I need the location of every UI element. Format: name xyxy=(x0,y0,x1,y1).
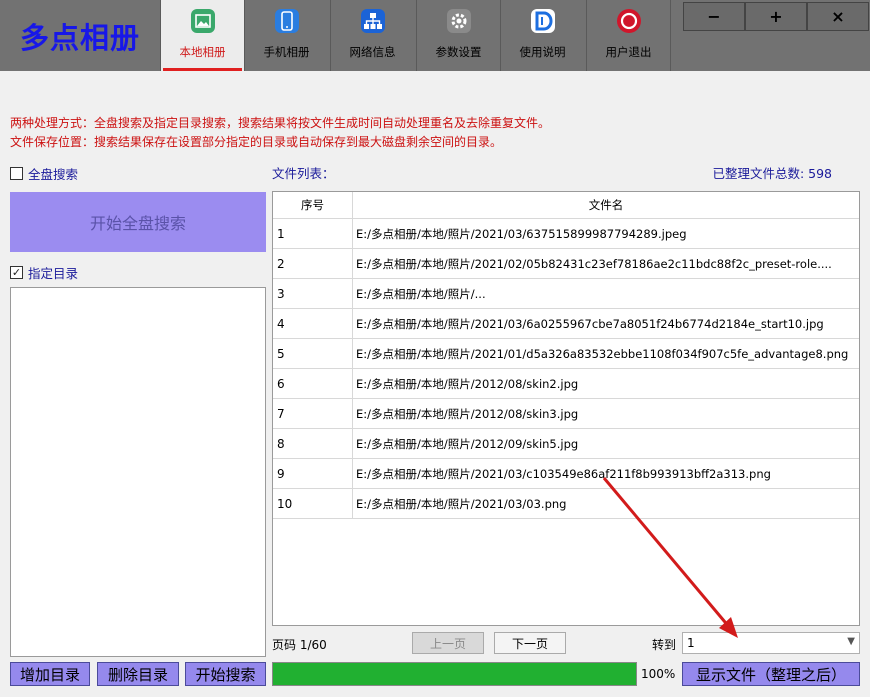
remove-dir-button[interactable]: 删除目录 xyxy=(97,662,179,686)
phone-icon xyxy=(273,7,301,35)
file-table[interactable]: 序号 文件名 1E:/多点相册/本地/照片/2021/03/6375158999… xyxy=(272,191,860,626)
maximize-button[interactable]: + xyxy=(745,2,807,31)
table-row[interactable]: 8E:/多点相册/本地/照片/2012/09/skin5.jpg xyxy=(273,429,859,459)
table-row[interactable]: 3E:/多点相册/本地/照片/... xyxy=(273,279,859,309)
chevron-down-icon: ▼ xyxy=(847,636,855,647)
column-header-no: 序号 xyxy=(273,192,353,218)
row-number: 6 xyxy=(273,369,353,398)
dir-label: 指定目录 xyxy=(28,263,78,282)
row-number: 4 xyxy=(273,309,353,338)
row-filename: E:/多点相册/本地/照片/2021/03/6a0255967cbe7a8051… xyxy=(353,309,859,338)
start-full-search-button[interactable]: 开始全盘搜索 xyxy=(10,192,266,252)
total-files-label: 已整理文件总数: 598 xyxy=(712,163,832,182)
progress-fill xyxy=(273,663,636,685)
table-row[interactable]: 2E:/多点相册/本地/照片/2021/02/05b82431c23ef7818… xyxy=(273,249,859,279)
row-filename: E:/多点相册/本地/照片/2021/02/05b82431c23ef78186… xyxy=(353,249,859,278)
row-filename: E:/多点相册/本地/照片/2021/03/03.png xyxy=(353,489,859,518)
network-icon xyxy=(359,7,387,35)
description-line-2: 文件保存位置：搜索结果保存在设置部分指定的目录或自动保存到最大磁盘剩余空间的目录… xyxy=(10,133,502,150)
table-row[interactable]: 6E:/多点相册/本地/照片/2012/08/skin2.jpg xyxy=(273,369,859,399)
goto-page-select[interactable]: 1 ▼ xyxy=(682,632,860,654)
table-row[interactable]: 4E:/多点相册/本地/照片/2021/03/6a0255967cbe7a805… xyxy=(273,309,859,339)
app-title: 多点相册 xyxy=(0,0,160,71)
tab-phone-album[interactable]: 手机相册 xyxy=(244,0,328,71)
progress-percent: 100% xyxy=(641,667,675,681)
row-number: 3 xyxy=(273,279,353,308)
tab-label: 参数设置 xyxy=(436,44,482,60)
show-files-button[interactable]: 显示文件（整理之后） xyxy=(682,662,860,686)
row-number: 8 xyxy=(273,429,353,458)
description-line-1: 两种处理方式：全盘搜索及指定目录搜索，搜索结果将按文件生成时间自动处理重名及去除… xyxy=(10,114,550,131)
row-number: 5 xyxy=(273,339,353,368)
table-header: 序号 文件名 xyxy=(273,192,859,219)
tab-local-album[interactable]: 本地相册 xyxy=(160,0,244,71)
full-search-checkbox[interactable] xyxy=(10,167,23,180)
goto-page-value: 1 xyxy=(687,636,695,650)
goto-label: 转到 xyxy=(652,636,676,653)
gear-icon xyxy=(445,7,473,35)
tab-settings[interactable]: 参数设置 xyxy=(416,0,500,71)
row-filename: E:/多点相册/本地/照片/2012/08/skin3.jpg xyxy=(353,399,859,428)
file-list-label: 文件列表： xyxy=(272,163,335,182)
row-number: 7 xyxy=(273,399,353,428)
row-number: 2 xyxy=(273,249,353,278)
table-row[interactable]: 7E:/多点相册/本地/照片/2012/08/skin3.jpg xyxy=(273,399,859,429)
dir-checkbox[interactable]: ✓ xyxy=(10,266,23,279)
row-number: 9 xyxy=(273,459,353,488)
minimize-button[interactable]: − xyxy=(683,2,745,31)
photo-icon xyxy=(189,7,217,35)
row-filename: E:/多点相册/本地/照片/2012/08/skin2.jpg xyxy=(353,369,859,398)
next-page-button[interactable]: 下一页 xyxy=(494,632,566,654)
full-search-label: 全盘搜索 xyxy=(28,164,78,183)
table-row[interactable]: 9E:/多点相册/本地/照片/2021/03/c103549e86af211f8… xyxy=(273,459,859,489)
document-icon xyxy=(529,7,557,35)
header: 多点相册 本地相册 手机相册 网络信息 参数设置 使用说明 用户退出 xyxy=(0,0,870,71)
row-filename: E:/多点相册/本地/照片/2021/03/637515899987794289… xyxy=(353,219,859,248)
dir-option[interactable]: ✓ 指定目录 xyxy=(10,263,78,282)
power-icon xyxy=(615,7,643,35)
table-row[interactable]: 10E:/多点相册/本地/照片/2021/03/03.png xyxy=(273,489,859,519)
page-indicator: 页码 1/60 xyxy=(272,636,327,653)
tab-instructions[interactable]: 使用说明 xyxy=(500,0,584,71)
start-search-button[interactable]: 开始搜索 xyxy=(185,662,266,686)
full-search-option[interactable]: 全盘搜索 xyxy=(10,164,78,183)
row-filename: E:/多点相册/本地/照片/2012/09/skin5.jpg xyxy=(353,429,859,458)
prev-page-button[interactable]: 上一页 xyxy=(412,632,484,654)
row-filename: E:/多点相册/本地/照片/2021/01/d5a326a83532ebbe11… xyxy=(353,339,859,368)
tab-label: 使用说明 xyxy=(520,44,566,60)
directory-list[interactable] xyxy=(10,287,266,657)
tab-label: 网络信息 xyxy=(350,44,396,60)
row-number: 10 xyxy=(273,489,353,518)
table-row[interactable]: 5E:/多点相册/本地/照片/2021/01/d5a326a83532ebbe1… xyxy=(273,339,859,369)
progress-bar xyxy=(272,662,637,686)
table-row[interactable]: 1E:/多点相册/本地/照片/2021/03/63751589998779428… xyxy=(273,219,859,249)
row-filename: E:/多点相册/本地/照片/2021/03/c103549e86af211f8b… xyxy=(353,459,859,488)
tab-label: 本地相册 xyxy=(180,44,226,60)
table-body: 1E:/多点相册/本地/照片/2021/03/63751589998779428… xyxy=(273,219,859,519)
tab-label: 手机相册 xyxy=(264,44,310,60)
row-number: 1 xyxy=(273,219,353,248)
close-button[interactable]: × xyxy=(807,2,869,31)
tab-network-info[interactable]: 网络信息 xyxy=(330,0,414,71)
tab-user-logout[interactable]: 用户退出 xyxy=(586,0,670,71)
column-header-filename: 文件名 xyxy=(353,192,859,218)
add-dir-button[interactable]: 增加目录 xyxy=(10,662,90,686)
tab-label: 用户退出 xyxy=(606,44,652,60)
row-filename: E:/多点相册/本地/照片/... xyxy=(353,279,859,308)
